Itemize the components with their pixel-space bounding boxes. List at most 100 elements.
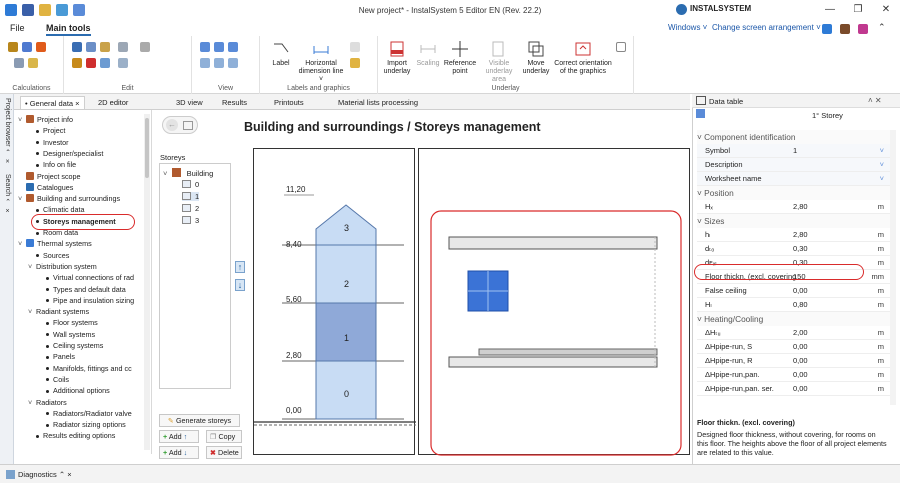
dropdown-chevron-icon[interactable]: ˅ [880, 158, 884, 172]
correct-orientation-button[interactable]: Correct orientation of the graphics [552, 40, 614, 76]
menu-file[interactable]: File [10, 22, 25, 36]
tree-node[interactable]: Project [28, 125, 65, 136]
property-row[interactable]: Description ˅ [697, 158, 890, 172]
tree-node[interactable]: Investor [28, 137, 69, 148]
pencil-icon[interactable] [28, 58, 38, 68]
property-row[interactable]: Worksheet name ˅ [697, 172, 890, 186]
property-value[interactable]: 0,00 [793, 368, 808, 382]
tree-node[interactable]: ˅ Distribution system [28, 261, 97, 272]
menu-main-tools[interactable]: Main tools [46, 22, 91, 36]
list-icon[interactable] [696, 109, 705, 118]
tree-node[interactable]: Manifolds, fittings and cc [38, 363, 132, 374]
move-icon[interactable] [100, 42, 110, 52]
building-elevation-view[interactable]: 3 2 1 0 11,20 8,40 5,60 2,80 0,00 [253, 148, 416, 455]
delete-button[interactable]: ✖ Delete [206, 446, 242, 459]
building-node[interactable]: ˅ Building [163, 168, 213, 178]
move-up-button[interactable]: ↑ [235, 261, 245, 273]
mirror-icon[interactable] [140, 42, 150, 52]
chevron-down-icon[interactable]: ˅ [28, 261, 36, 272]
tab-general-data[interactable]: • General data × [20, 96, 85, 109]
property-value[interactable]: 0,00 [793, 284, 808, 298]
section-header[interactable]: ˅ Heating/Cooling [697, 312, 890, 326]
tree-node[interactable]: Info on file [28, 159, 76, 170]
tree-node[interactable]: Floor systems [38, 317, 98, 328]
property-value[interactable]: 0,00 [793, 354, 808, 368]
delete-icon[interactable] [86, 58, 96, 68]
tree-node[interactable]: Sources [28, 250, 69, 261]
layout-icon[interactable] [822, 24, 832, 34]
tree-node[interactable]: Catalogues [18, 182, 73, 193]
zoom-in-icon[interactable] [200, 42, 210, 52]
visible-underlay-area-button[interactable]: Visible underlay area [478, 40, 520, 84]
text-style-icon[interactable] [350, 42, 360, 52]
property-row[interactable]: hₗ 2,80 m [697, 228, 890, 242]
tree-node[interactable]: Pipe and insulation sizing [38, 295, 134, 306]
property-row[interactable]: ΔHₜᵤ 2,00 m [697, 326, 890, 340]
cut-icon[interactable] [72, 58, 82, 68]
move-underlay-button[interactable]: Move underlay [520, 40, 552, 76]
dropdown-chevron-icon[interactable]: ˅ [880, 172, 884, 186]
tree-scrollbar[interactable] [144, 114, 150, 450]
dropdown-chevron-icon[interactable]: ˅ [880, 144, 884, 158]
property-value[interactable]: 2,80 [793, 228, 808, 242]
property-value[interactable]: 0,30 [793, 242, 808, 256]
tree-node[interactable]: Radiator sizing options [38, 419, 126, 430]
forward-page-icon[interactable] [183, 121, 193, 130]
screen-arrangement-dropdown[interactable]: Change screen arrangement ˅ [712, 22, 821, 36]
chevron-down-icon[interactable]: ˅ [18, 114, 26, 125]
calculation-icon[interactable] [8, 42, 18, 52]
tree-node[interactable]: ˅ Building and surroundings [18, 193, 120, 204]
undo-icon[interactable] [73, 4, 85, 16]
tree-node[interactable]: Panels [38, 351, 75, 362]
tree-node[interactable]: Ceiling systems [38, 340, 103, 351]
zoom-all-icon[interactable] [214, 58, 224, 68]
grid-icon[interactable] [22, 42, 32, 52]
pan-icon[interactable] [200, 58, 210, 68]
property-value[interactable]: 1 [793, 144, 797, 158]
tab-2d-editor[interactable]: 2D editor [94, 96, 132, 109]
property-value[interactable]: 0,00 [793, 382, 808, 396]
horizontal-dimension-button[interactable]: Horizontal dimension line ˅ [296, 40, 346, 84]
report-icon[interactable] [36, 42, 46, 52]
tree-node[interactable]: Results editing options [28, 430, 115, 441]
property-row[interactable]: Hₓ 2,80 m [697, 200, 890, 214]
property-value[interactable]: 0,00 [793, 340, 808, 354]
tree-node[interactable]: Types and default data [38, 284, 126, 295]
diagnostics-tab[interactable]: Diagnostics ⌃ × [18, 470, 72, 479]
zoom-out-icon[interactable] [214, 42, 224, 52]
graphics-icon[interactable] [350, 58, 360, 68]
copy-icon[interactable] [56, 4, 68, 16]
property-row[interactable]: dₜₒ 0,30 m [697, 242, 890, 256]
storey-item-selected[interactable]: 1 [182, 192, 200, 201]
property-row[interactable]: ΔHpipe-run, S 0,00 m [697, 340, 890, 354]
tab-printouts[interactable]: Printouts [270, 96, 308, 109]
tree-node[interactable]: Coils [38, 374, 69, 385]
storey-item[interactable]: 3 [182, 216, 199, 225]
chevron-down-icon[interactable]: ˅ [28, 306, 36, 317]
add-above-button[interactable]: + Add ↑ [159, 430, 199, 443]
property-value[interactable]: 0,80 [793, 298, 808, 312]
floor-section-view[interactable] [418, 148, 690, 456]
tree-node[interactable]: ˅ Project info [18, 114, 73, 125]
property-row[interactable]: ΔHpipe-run,pan. 0,00 m [697, 368, 890, 382]
import-underlay-button[interactable]: Import underlay [380, 40, 414, 76]
collapse-ribbon-icon[interactable]: ⌃ [878, 22, 886, 33]
tab-material-lists[interactable]: Material lists processing [334, 96, 422, 109]
zoom-window-icon[interactable] [228, 42, 238, 52]
section-header[interactable]: ˅ Sizes [697, 214, 890, 228]
property-row[interactable]: Symbol 1 ˅ [697, 144, 890, 158]
tree-node[interactable]: Project scope [18, 171, 81, 182]
generate-storeys-button[interactable]: ✎ Generate storeys [159, 414, 240, 427]
restore-button[interactable]: ❐ [846, 3, 870, 17]
scaling-button[interactable]: Scaling [414, 40, 442, 68]
tree-node[interactable]: ˅ Radiant systems [28, 306, 89, 317]
reference-point-button[interactable]: Reference point [442, 40, 478, 76]
project-browser-tab[interactable]: Project browser ⌃ × [3, 98, 11, 166]
paste-icon[interactable] [100, 58, 110, 68]
copy-format-icon[interactable] [86, 42, 96, 52]
underlay-properties-icon[interactable] [616, 42, 626, 52]
windows-dropdown[interactable]: Windows ˅ [668, 22, 707, 36]
section-header[interactable]: ˅ Component identification [697, 130, 890, 144]
property-row[interactable]: False ceiling 0,00 m [697, 284, 890, 298]
chevron-down-icon[interactable]: ˅ [18, 238, 26, 249]
